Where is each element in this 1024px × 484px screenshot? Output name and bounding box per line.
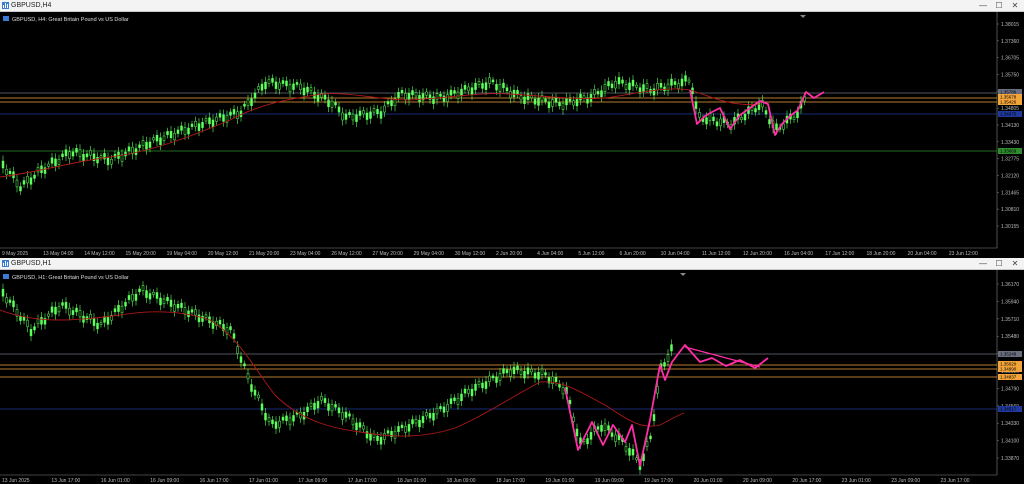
price-chart-h4[interactable]: GBPUSD, H4: Great Britain Pound vs US Do…: [0, 12, 1024, 258]
price-tag: 1.34990: [998, 366, 1022, 372]
time-axis-label: 20 May 12:00: [208, 251, 239, 257]
price-axis-label: 1.36170: [1001, 282, 1019, 288]
time-axis-label: 10 Jun 04:00: [661, 251, 690, 257]
price-tag: 1.34975: [998, 111, 1022, 117]
price-axis-label: 1.33870: [1001, 456, 1019, 462]
symbol-info: GBPUSD, H1: Great Britain Pound vs US Do…: [3, 274, 129, 281]
price-axis-label: 1.34790: [1001, 386, 1019, 392]
time-axis-label: 19 Jun 09:00: [595, 478, 624, 484]
chart-window-icon: [2, 2, 9, 9]
time-axis-label: 19 Jun 17:00: [644, 478, 673, 484]
svg-text:1.35248: 1.35248: [1000, 352, 1017, 357]
time-axis-label: 16 Jun 01:00: [101, 478, 130, 484]
time-axis-label: 18 Jun 17:00: [496, 478, 525, 484]
time-axis-label: 26 May 12:00: [331, 251, 362, 257]
price-axis-label: 1.30155: [1001, 224, 1019, 230]
title-bar[interactable]: GBPUSD,H1 — ☐ ✕: [0, 258, 1024, 270]
svg-text:1.35426: 1.35426: [1000, 100, 1017, 105]
time-axis-label: 23 Jun 12:00: [949, 251, 978, 257]
price-chart-h1[interactable]: GBPUSD, H1: Great Britain Pound vs US Do…: [0, 270, 1024, 484]
time-axis-label: 20 Jun 01:00: [694, 478, 723, 484]
price-axis-label: 1.35480: [1001, 334, 1019, 340]
time-axis-label: 16 Jun 09:00: [150, 478, 179, 484]
time-axis-label: 20 Jun 04:00: [908, 251, 937, 257]
time-axis-label: 23 May 04:00: [290, 251, 321, 257]
time-axis-label: 12 Jun 20:00: [743, 251, 772, 257]
chart-canvas-h1[interactable]: GBPUSD, H1: Great Britain Pound vs US Do…: [0, 270, 1024, 484]
time-axis-label: 29 May 04:00: [414, 251, 445, 257]
minimize-button[interactable]: —: [975, 0, 991, 11]
price-axis-label: 1.33430: [1001, 140, 1019, 146]
chart-window-h4[interactable]: GBPUSD,H4 — ☐ ✕ GBPUSD, H4: Great Britai…: [0, 0, 1024, 258]
price-axis-label: 1.31465: [1001, 190, 1019, 196]
price-tag: 1.33669: [998, 148, 1022, 154]
time-axis-label: 19 May 04:00: [167, 251, 198, 257]
time-axis-label: 17 Jun 09:00: [298, 478, 327, 484]
time-axis-label: 23 Jun 17:00: [941, 478, 970, 484]
window-title: GBPUSD,H4: [11, 2, 52, 9]
price-tag: 1.34517: [998, 406, 1022, 412]
time-axis-label: 16 Jun 17:00: [200, 478, 229, 484]
time-axis-label: 14 May 12:00: [84, 251, 115, 257]
maximize-button[interactable]: ☐: [991, 0, 1007, 11]
price-tag: 1.35426: [998, 99, 1022, 105]
price-axis-label: 1.32120: [1001, 174, 1019, 180]
close-button[interactable]: ✕: [1007, 0, 1023, 11]
price-tag: 1.35248: [998, 351, 1022, 357]
time-axis-label: 6 Jun 20:00: [620, 251, 646, 257]
price-axis-label: 1.32775: [1001, 157, 1019, 163]
svg-text:1.34517: 1.34517: [1000, 407, 1017, 412]
window-title: GBPUSD,H1: [11, 260, 52, 267]
time-axis-label: 18 Jun 20:00: [867, 251, 896, 257]
price-axis-label: 1.34130: [1001, 123, 1019, 129]
price-tag: 1.34837: [998, 374, 1022, 380]
time-axis-label: 19 Jun 01:00: [545, 478, 574, 484]
time-axis-label: 23 Jun 09:00: [891, 478, 920, 484]
svg-text:1.34975: 1.34975: [1000, 112, 1017, 117]
time-axis-label: 17 Jun 12:00: [825, 251, 854, 257]
time-axis-label: 2 Jun 20:00: [496, 251, 522, 257]
time-axis-label: 13 May 04:00: [43, 251, 74, 257]
time-axis-label: 27 May 20:00: [373, 251, 404, 257]
price-axis-label: 1.35750: [1001, 73, 1019, 79]
maximize-button[interactable]: ☐: [991, 258, 1007, 269]
time-axis-label: 20 Jun 09:00: [743, 478, 772, 484]
time-axis-label: 5 Jun 12:00: [578, 251, 604, 257]
price-axis-label: 1.35710: [1001, 317, 1019, 323]
time-axis-label: 16 Jun 04:00: [784, 251, 813, 257]
price-axis-label: 1.30810: [1001, 207, 1019, 213]
time-axis-label: 21 May 20:00: [249, 251, 280, 257]
chart-window-icon: [2, 260, 9, 267]
time-axis-label: 17 Jun 01:00: [249, 478, 278, 484]
time-axis-label: 9 May 2025: [2, 251, 28, 257]
symbol-label: GBPUSD, H4: Great Britain Pound vs US Do…: [12, 17, 129, 23]
price-axis-label: 1.38015: [1001, 22, 1019, 28]
chart-window-h1[interactable]: GBPUSD,H1 — ☐ ✕ GBPUSD, H1: Great Britai…: [0, 258, 1024, 484]
time-axis-label: 30 May 12:00: [455, 251, 486, 257]
price-axis-label: 1.34100: [1001, 439, 1019, 445]
svg-text:1.34837: 1.34837: [1000, 375, 1017, 380]
time-axis-label: 23 Jun 01:00: [842, 478, 871, 484]
minimize-button[interactable]: —: [975, 258, 991, 269]
price-axis-label: 1.34330: [1001, 421, 1019, 427]
chart-canvas-h4[interactable]: GBPUSD, H4: Great Britain Pound vs US Do…: [0, 12, 1024, 258]
close-button[interactable]: ✕: [1007, 258, 1023, 269]
time-axis-label: 18 Jun 01:00: [397, 478, 426, 484]
svg-text:1.34990: 1.34990: [1000, 367, 1017, 372]
svg-text:1.33669: 1.33669: [1000, 149, 1017, 154]
time-axis-label: 13 Jun 17:00: [51, 478, 80, 484]
time-axis-label: 13 Jun 2025: [2, 478, 30, 484]
time-axis-label: 17 Jun 17:00: [348, 478, 377, 484]
time-axis-label: 18 Jun 09:00: [447, 478, 476, 484]
time-axis-label: 20 Jun 17:00: [792, 478, 821, 484]
symbol-label: GBPUSD, H1: Great Britain Pound vs US Do…: [12, 275, 129, 281]
price-axis-label: 1.36705: [1001, 56, 1019, 62]
symbol-info: GBPUSD, H4: Great Britain Pound vs US Do…: [3, 16, 129, 23]
time-axis-label: 15 May 20:00: [126, 251, 157, 257]
price-axis-label: 1.35940: [1001, 299, 1019, 305]
title-bar[interactable]: GBPUSD,H4 — ☐ ✕: [0, 0, 1024, 12]
price-axis-label: 1.37360: [1001, 39, 1019, 45]
time-axis-label: 11 Jun 12:00: [702, 251, 731, 257]
time-axis-label: 4 Jun 04:00: [537, 251, 563, 257]
